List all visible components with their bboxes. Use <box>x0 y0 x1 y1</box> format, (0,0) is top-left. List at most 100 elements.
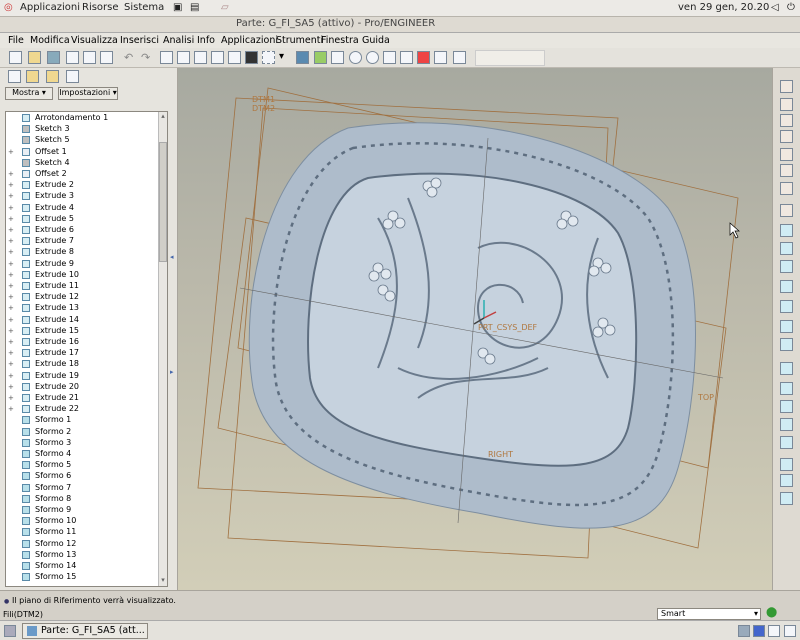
camera-icon[interactable]: ▣ <box>173 2 182 13</box>
settings-button[interactable]: Impostazioni ▾ <box>58 87 118 100</box>
expand-icon[interactable]: + <box>8 394 14 402</box>
workspace-3-icon[interactable] <box>768 625 780 637</box>
copy-icon[interactable] <box>160 51 173 64</box>
expand-icon[interactable]: + <box>8 360 14 368</box>
tree-item[interactable]: Sformo 2 <box>6 427 166 438</box>
menu-view[interactable]: Visualizza <box>71 35 118 46</box>
mirror-tool-icon[interactable] <box>780 436 793 449</box>
tree-item[interactable]: Sformo 12 <box>6 539 166 550</box>
taskbar-window-button[interactable]: Parte: G_FI_SA5 (att... <box>22 623 148 639</box>
connections-icon[interactable] <box>66 70 79 83</box>
tree-item[interactable]: Sformo 1 <box>6 415 166 426</box>
scroll-up-icon[interactable]: ▴ <box>159 112 167 121</box>
expand-icon[interactable]: + <box>8 338 14 346</box>
tree-item[interactable]: Sformo 10 <box>6 516 166 527</box>
open-icon[interactable] <box>28 51 41 64</box>
tree-item[interactable]: Sformo 9 <box>6 505 166 516</box>
screen-icon[interactable]: ▤ <box>190 2 199 13</box>
tree-item[interactable]: + Extrude 19 <box>6 371 166 382</box>
cut-icon[interactable] <box>100 51 113 64</box>
expand-icon[interactable]: + <box>8 327 14 335</box>
zoom-in-icon[interactable] <box>349 51 362 64</box>
tree-item[interactable]: Sformo 11 <box>6 527 166 538</box>
tree-item[interactable]: + Extrude 17 <box>6 348 166 359</box>
blend-tool-icon[interactable] <box>780 280 793 293</box>
new-icon[interactable] <box>9 51 22 64</box>
saved-views-icon[interactable] <box>417 51 430 64</box>
select-box-icon[interactable] <box>262 51 275 64</box>
tree-item[interactable]: Sformo 3 <box>6 438 166 449</box>
menu-applications[interactable]: Applicazioni <box>221 35 278 46</box>
layers-icon[interactable] <box>434 51 447 64</box>
tree-item[interactable]: + Extrude 6 <box>6 225 166 236</box>
tree-item[interactable]: Sformo 5 <box>6 460 166 471</box>
rib-tool-icon[interactable] <box>780 338 793 351</box>
spin-center-icon[interactable] <box>314 51 327 64</box>
csys-label[interactable]: PRT_CSYS_DEF <box>478 323 538 332</box>
menu-window[interactable]: Finestra <box>321 35 359 46</box>
tree-item[interactable]: + Extrude 21 <box>6 393 166 404</box>
tree-item[interactable]: Sketch 4 <box>6 158 166 169</box>
extend-tool-icon[interactable] <box>780 492 793 505</box>
filter-select[interactable]: Smart ▾ <box>657 608 761 620</box>
merge-tool-icon[interactable] <box>780 458 793 471</box>
collapse-panel-icon[interactable]: ◂ <box>170 253 174 261</box>
regen-manager-icon[interactable] <box>228 51 241 64</box>
save-icon[interactable] <box>47 51 60 64</box>
tree-item[interactable]: Sformo 6 <box>6 471 166 482</box>
tree-item[interactable]: Sformo 4 <box>6 449 166 460</box>
expand-icon[interactable]: + <box>8 226 14 234</box>
tree-item[interactable]: + Extrude 12 <box>6 292 166 303</box>
tree-item[interactable]: + Extrude 5 <box>6 214 166 225</box>
workspace-1-icon[interactable] <box>738 625 750 637</box>
tree-item[interactable]: Arrotondamento 1 <box>6 113 166 124</box>
tree-item[interactable]: + Extrude 9 <box>6 259 166 270</box>
graphics-window[interactable]: DTM1 DTM2 PRT_CSYS_DEF RIGHT TOP <box>178 68 772 590</box>
expand-icon[interactable]: + <box>8 260 14 268</box>
datum-curve-icon[interactable] <box>780 114 793 127</box>
tree-item[interactable]: + Extrude 10 <box>6 270 166 281</box>
expand-panel-icon[interactable]: ▸ <box>170 368 174 376</box>
power-icon[interactable]: ⏻ <box>787 2 795 13</box>
revolve-tool-icon[interactable] <box>780 242 793 255</box>
datum-label-right[interactable]: RIGHT <box>488 450 513 459</box>
workspace-2-icon[interactable] <box>753 625 765 637</box>
tree-item[interactable]: + Extrude 11 <box>6 281 166 292</box>
applications-menu[interactable]: Applicazioni <box>20 2 80 13</box>
scroll-down-icon[interactable]: ▾ <box>159 576 167 585</box>
datum-label-dtm1[interactable]: DTM1 <box>252 95 275 104</box>
expand-icon[interactable]: + <box>8 181 14 189</box>
tree-item[interactable]: Sketch 5 <box>6 135 166 146</box>
analysis-icon[interactable] <box>780 182 793 195</box>
distro-logo-icon[interactable]: ◎ <box>4 2 13 13</box>
places-menu[interactable]: Risorse <box>82 2 119 13</box>
folder-browser-icon[interactable] <box>26 70 39 83</box>
csys-icon[interactable] <box>780 164 793 177</box>
hole-tool-icon[interactable] <box>780 300 793 313</box>
tree-item[interactable]: Sformo 7 <box>6 483 166 494</box>
expand-icon[interactable]: + <box>8 383 14 391</box>
favorites-icon[interactable] <box>46 70 59 83</box>
expand-icon[interactable]: + <box>8 349 14 357</box>
datum-axis-icon[interactable] <box>780 98 793 111</box>
clock[interactable]: ven 29 gen, 20.20 <box>678 2 769 13</box>
speaker-icon[interactable]: ◁ <box>771 2 779 13</box>
menu-help[interactable]: Guida <box>362 35 390 46</box>
system-menu[interactable]: Sistema <box>124 2 164 13</box>
tree-item[interactable]: Sformo 14 <box>6 561 166 572</box>
tree-item[interactable]: + Offset 1 <box>6 147 166 158</box>
expand-icon[interactable]: + <box>8 148 14 156</box>
workspace-4-icon[interactable] <box>784 625 796 637</box>
menu-analysis[interactable]: Analisi <box>163 35 194 46</box>
datum-label-top[interactable]: TOP <box>697 393 714 402</box>
chamfer-tool-icon[interactable] <box>780 400 793 413</box>
expand-icon[interactable]: + <box>8 248 14 256</box>
expand-icon[interactable]: + <box>8 215 14 223</box>
trim-tool-icon[interactable] <box>780 474 793 487</box>
tree-item[interactable]: + Extrude 20 <box>6 382 166 393</box>
paste-icon[interactable] <box>177 51 190 64</box>
folder-icon[interactable]: ▱ <box>221 2 229 13</box>
expand-icon[interactable]: + <box>8 271 14 279</box>
repaint-icon[interactable] <box>296 51 309 64</box>
expand-icon[interactable]: + <box>8 204 14 212</box>
